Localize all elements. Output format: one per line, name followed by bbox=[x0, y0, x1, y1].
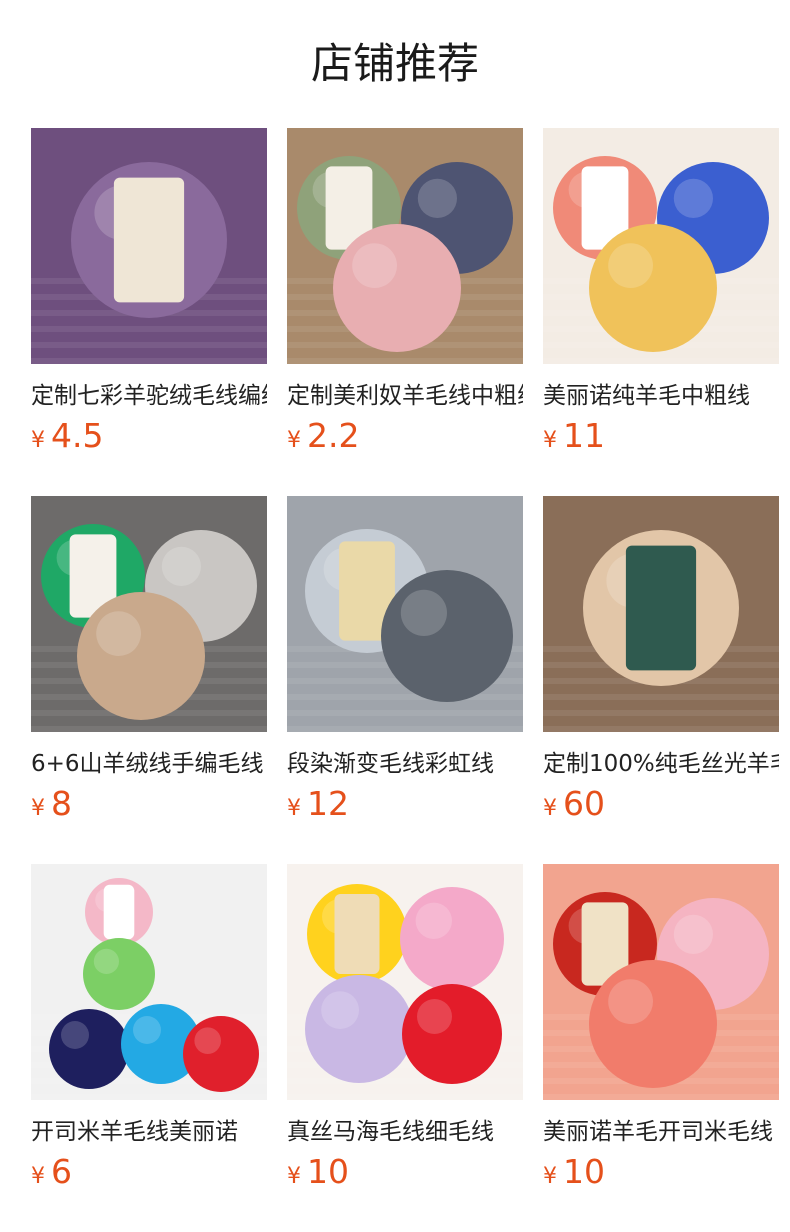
product-name[interactable]: 定制100%纯毛丝光羊毛 bbox=[543, 748, 779, 780]
product-image[interactable] bbox=[31, 128, 267, 364]
currency-symbol: ¥ bbox=[31, 1164, 45, 1189]
currency-symbol: ¥ bbox=[543, 1164, 557, 1189]
price-value: 12 bbox=[307, 784, 349, 823]
product-image[interactable] bbox=[543, 128, 779, 364]
product-price: ¥11 bbox=[543, 416, 605, 458]
product-image[interactable] bbox=[31, 496, 267, 732]
price-value: 10 bbox=[307, 1152, 349, 1191]
price-value: 4.5 bbox=[51, 416, 104, 455]
product-name[interactable]: 定制七彩羊驼绒毛线编织 bbox=[31, 380, 267, 412]
product-image[interactable] bbox=[543, 864, 779, 1100]
product-card[interactable]: 定制美利奴羊毛线中粗线 ¥2.2 bbox=[287, 128, 523, 458]
product-price: ¥4.5 bbox=[31, 416, 103, 458]
product-card[interactable]: 真丝马海毛线细毛线 ¥10 bbox=[287, 864, 523, 1194]
price-value: 8 bbox=[51, 784, 72, 823]
product-price: ¥2.2 bbox=[287, 416, 359, 458]
currency-symbol: ¥ bbox=[543, 428, 557, 453]
product-card[interactable]: 定制100%纯毛丝光羊毛 ¥60 bbox=[543, 496, 779, 826]
currency-symbol: ¥ bbox=[287, 1164, 301, 1189]
product-name[interactable]: 美丽诺纯羊毛中粗线 bbox=[543, 380, 779, 412]
product-image[interactable] bbox=[287, 128, 523, 364]
product-name[interactable]: 定制美利奴羊毛线中粗线 bbox=[287, 380, 523, 412]
price-value: 6 bbox=[51, 1152, 72, 1191]
currency-symbol: ¥ bbox=[287, 428, 301, 453]
currency-symbol: ¥ bbox=[31, 796, 45, 821]
product-name[interactable]: 段染渐变毛线彩虹线 bbox=[287, 748, 523, 780]
product-image[interactable] bbox=[287, 864, 523, 1100]
product-image[interactable] bbox=[31, 864, 267, 1100]
product-price: ¥60 bbox=[543, 784, 605, 826]
price-value: 10 bbox=[563, 1152, 605, 1191]
product-price: ¥10 bbox=[287, 1152, 349, 1194]
price-value: 11 bbox=[563, 416, 605, 455]
product-card[interactable]: 开司米羊毛线美丽诺 ¥6 bbox=[31, 864, 267, 1194]
currency-symbol: ¥ bbox=[287, 796, 301, 821]
product-card[interactable]: 段染渐变毛线彩虹线 ¥12 bbox=[287, 496, 523, 826]
product-price: ¥10 bbox=[543, 1152, 605, 1194]
product-card[interactable]: 美丽诺羊毛开司米毛线 ¥10 bbox=[543, 864, 779, 1194]
currency-symbol: ¥ bbox=[31, 428, 45, 453]
product-image[interactable] bbox=[543, 496, 779, 732]
price-value: 2.2 bbox=[307, 416, 360, 455]
product-name[interactable]: 6+6山羊绒线手编毛线 bbox=[31, 748, 267, 780]
price-value: 60 bbox=[563, 784, 605, 823]
product-card[interactable]: 定制七彩羊驼绒毛线编织 ¥4.5 bbox=[31, 128, 267, 458]
product-name[interactable]: 真丝马海毛线细毛线 bbox=[287, 1116, 523, 1148]
product-card[interactable]: 美丽诺纯羊毛中粗线 ¥11 bbox=[543, 128, 779, 458]
currency-symbol: ¥ bbox=[543, 796, 557, 821]
product-price: ¥6 bbox=[31, 1152, 72, 1194]
product-price: ¥12 bbox=[287, 784, 349, 826]
product-card[interactable]: 6+6山羊绒线手编毛线 ¥8 bbox=[31, 496, 267, 826]
page-title: 店铺推荐 bbox=[310, 39, 479, 88]
product-price: ¥8 bbox=[31, 784, 72, 826]
product-name[interactable]: 开司米羊毛线美丽诺 bbox=[31, 1116, 267, 1148]
product-name[interactable]: 美丽诺羊毛开司米毛线 bbox=[543, 1116, 779, 1148]
product-image[interactable] bbox=[287, 496, 523, 732]
